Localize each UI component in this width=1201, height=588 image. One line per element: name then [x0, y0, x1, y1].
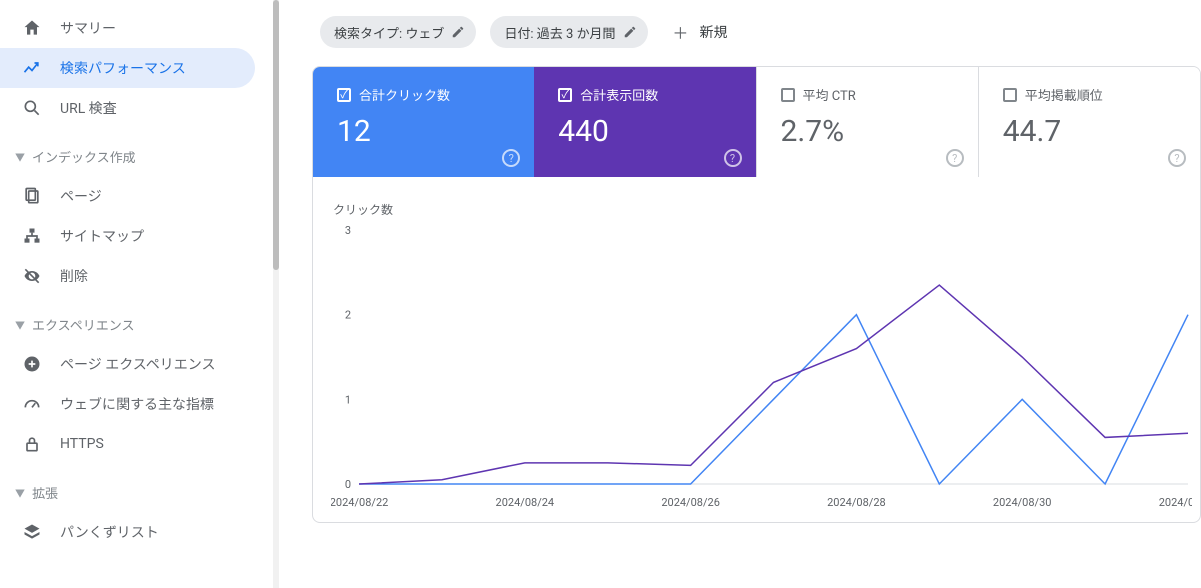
- metric-value: 12: [337, 114, 516, 149]
- layers-icon: [20, 520, 44, 544]
- sidebar-item-removals[interactable]: 削除: [0, 256, 255, 296]
- help-icon[interactable]: ?: [946, 149, 964, 167]
- scrollbar-thumb[interactable]: [273, 0, 279, 270]
- sidebar-item-breadcrumbs[interactable]: パンくずリスト: [0, 512, 255, 552]
- chip-label: 日付: 過去 3 か月間: [504, 23, 615, 42]
- pages-icon: [20, 184, 44, 208]
- plus-icon: ＋: [672, 20, 690, 44]
- svg-text:3: 3: [345, 224, 351, 237]
- help-icon[interactable]: ?: [502, 149, 520, 167]
- metric-label: 平均 CTR: [803, 85, 856, 104]
- help-icon[interactable]: ?: [724, 149, 742, 167]
- svg-text:2024/08/26: 2024/08/26: [661, 496, 720, 509]
- metric-value: 440: [558, 114, 737, 149]
- add-filter-label: 新規: [700, 22, 728, 42]
- chart-container: クリック数 0 1 2 3 2024/08/22 2024/08/24 2024/08/26…: [313, 177, 1200, 522]
- performance-card: ✓ 合計クリック数 12 ? ✓ 合計表示回数 440 ? ✓ 平均 CTR: [312, 66, 1201, 523]
- sidebar-item-performance[interactable]: 検索パフォーマンス: [0, 48, 255, 88]
- metric-position[interactable]: ✓ 平均掲載順位 44.7 ?: [978, 67, 1200, 177]
- sidebar-item-page-experience[interactable]: ページ エクスペリエンス: [0, 344, 255, 384]
- filter-chip-search-type[interactable]: 検索タイプ: ウェブ: [320, 16, 476, 48]
- sidebar-group-indexing[interactable]: ▼ インデックス作成: [0, 136, 279, 176]
- sitemap-icon: [20, 224, 44, 248]
- checkbox-unchecked-icon: ✓: [1003, 88, 1017, 102]
- checkbox-checked-icon: ✓: [558, 88, 572, 102]
- sidebar-item-label: URL 検査: [60, 98, 117, 118]
- metric-label: 合計クリック数: [359, 85, 450, 104]
- sidebar-item-label: ウェブに関する主な指標: [60, 394, 214, 414]
- caret-down-icon: ▼: [10, 149, 30, 164]
- sidebar-group-label: 拡張: [32, 483, 58, 502]
- plus-circle-icon: [20, 352, 44, 376]
- sidebar-item-https[interactable]: HTTPS: [0, 424, 255, 464]
- metric-value: 44.7: [1003, 114, 1182, 149]
- pencil-icon: [450, 24, 466, 40]
- sidebar-item-label: ページ: [60, 186, 102, 206]
- filter-chip-date[interactable]: 日付: 過去 3 か月間: [490, 16, 647, 48]
- help-icon[interactable]: ?: [1168, 149, 1186, 167]
- svg-text:2024/08/30: 2024/08/30: [993, 496, 1052, 509]
- sidebar: サマリー 検索パフォーマンス URL 検査 ▼ インデックス作成 ページ サイト…: [0, 0, 280, 588]
- scrollbar-track: [273, 0, 279, 588]
- metric-label: 合計表示回数: [580, 85, 658, 104]
- sidebar-item-label: サマリー: [60, 18, 116, 38]
- sidebar-item-core-web-vitals[interactable]: ウェブに関する主な指標: [0, 384, 255, 424]
- svg-text:2024/09/01: 2024/09/01: [1159, 496, 1192, 509]
- caret-down-icon: ▼: [10, 317, 30, 332]
- sidebar-item-label: パンくずリスト: [60, 522, 159, 542]
- sidebar-group-experience[interactable]: ▼ エクスペリエンス: [0, 304, 279, 344]
- checkbox-checked-icon: ✓: [337, 88, 351, 102]
- checkbox-unchecked-icon: ✓: [781, 88, 795, 102]
- metric-label: 平均掲載順位: [1025, 85, 1103, 104]
- sidebar-item-label: サイトマップ: [60, 226, 144, 246]
- svg-text:2: 2: [345, 309, 351, 322]
- pencil-icon: [622, 24, 638, 40]
- sidebar-item-label: ページ エクスペリエンス: [60, 354, 216, 374]
- chart-title: クリック数: [333, 201, 1192, 218]
- line-chart[interactable]: 0 1 2 3 2024/08/22 2024/08/24 2024/08/26 2024/0…: [331, 224, 1192, 514]
- trending-icon: [20, 56, 44, 80]
- home-icon: [20, 16, 44, 40]
- metric-ctr[interactable]: ✓ 平均 CTR 2.7% ?: [756, 67, 978, 177]
- sidebar-group-enhancements[interactable]: ▼ 拡張: [0, 472, 279, 512]
- sidebar-item-sitemaps[interactable]: サイトマップ: [0, 216, 255, 256]
- sidebar-item-pages[interactable]: ページ: [0, 176, 255, 216]
- sidebar-group-label: インデックス作成: [32, 147, 136, 166]
- metric-impressions[interactable]: ✓ 合計表示回数 440 ?: [534, 67, 755, 177]
- add-filter-button[interactable]: ＋ 新規: [672, 20, 728, 44]
- sidebar-item-label: 削除: [60, 266, 88, 286]
- sidebar-group-label: エクスペリエンス: [32, 315, 134, 334]
- metric-clicks[interactable]: ✓ 合計クリック数 12 ?: [313, 67, 534, 177]
- svg-text:2024/08/24: 2024/08/24: [496, 496, 555, 509]
- chip-label: 検索タイプ: ウェブ: [334, 23, 444, 42]
- metric-value: 2.7%: [781, 114, 960, 149]
- sidebar-item-label: 検索パフォーマンス: [60, 58, 186, 78]
- visibility-off-icon: [20, 264, 44, 288]
- svg-text:0: 0: [345, 478, 351, 491]
- svg-text:2024/08/22: 2024/08/22: [331, 496, 388, 509]
- sidebar-item-url-inspect[interactable]: URL 検査: [0, 88, 255, 128]
- lock-icon: [20, 432, 44, 456]
- main-content: 検索タイプ: ウェブ 日付: 過去 3 か月間 ＋ 新規 ✓ 合計クリック数 1…: [280, 0, 1201, 588]
- metrics-row: ✓ 合計クリック数 12 ? ✓ 合計表示回数 440 ? ✓ 平均 CTR: [313, 67, 1200, 177]
- sidebar-item-summary[interactable]: サマリー: [0, 8, 255, 48]
- gauge-icon: [20, 392, 44, 416]
- caret-down-icon: ▼: [10, 485, 30, 500]
- svg-text:1: 1: [345, 393, 351, 406]
- filter-bar: 検索タイプ: ウェブ 日付: 過去 3 か月間 ＋ 新規: [280, 0, 1201, 66]
- sidebar-item-label: HTTPS: [60, 436, 104, 452]
- svg-text:2024/08/28: 2024/08/28: [827, 496, 886, 509]
- search-icon: [20, 96, 44, 120]
